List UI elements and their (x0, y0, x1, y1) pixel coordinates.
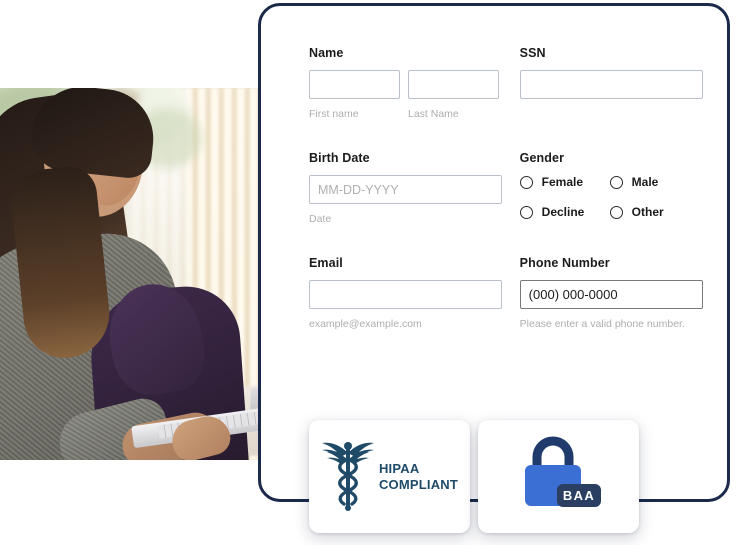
email-label: Email (309, 256, 343, 271)
form-body: Name First name Last Name SSN Birth Date… (309, 46, 703, 332)
radio-circle-icon[interactable] (519, 175, 533, 189)
hero-photo-card (0, 88, 283, 460)
baa-lock-badge: BAA (478, 420, 639, 533)
phone-label: Phone Number (519, 256, 610, 271)
gender-option-label: Male (631, 175, 659, 190)
gender-option-female[interactable]: Female (519, 175, 610, 190)
radio-circle-icon[interactable] (609, 205, 623, 219)
form-row-birthdate-gender: Birth Date Date Gender Female Male (309, 151, 703, 226)
field-group-name: Name First name Last Name (309, 46, 502, 121)
radio-circle-icon[interactable] (609, 175, 623, 189)
gender-option-label: Other (631, 205, 664, 220)
name-hints: First name Last Name (309, 99, 502, 121)
gender-label: Gender (519, 151, 565, 166)
field-group-phone: Phone Number Please enter a valid phone … (519, 256, 703, 331)
baa-badge-content: BAA (513, 436, 605, 517)
email-input[interactable] (309, 280, 502, 310)
hipaa-badge-line1: HIPAA (378, 461, 420, 477)
field-group-gender: Gender Female Male Decline Other (519, 151, 703, 226)
field-group-ssn: SSN (519, 46, 703, 121)
last-name-input[interactable] (408, 70, 499, 99)
birth-date-hint: Date (309, 213, 332, 226)
gender-option-decline[interactable]: Decline (519, 205, 610, 220)
baa-tag-text: BAA (562, 488, 594, 503)
page-root: Name First name Last Name SSN Birth Date… (0, 0, 739, 545)
form-row-name-ssn: Name First name Last Name SSN (309, 46, 703, 121)
hipaa-badge-text: HIPAA COMPLIANT (379, 461, 458, 491)
ssn-label: SSN (519, 46, 546, 60)
radio-circle-icon[interactable] (519, 205, 533, 219)
gender-option-label: Decline (541, 205, 585, 220)
first-name-hint: First name (309, 108, 359, 120)
field-group-email: Email example@example.com (309, 256, 502, 331)
phone-input[interactable] (519, 280, 703, 310)
form-row-email-phone: Email example@example.com Phone Number P… (309, 256, 703, 331)
gender-option-label: Female (541, 175, 584, 190)
last-name-hint: Last Name (408, 108, 459, 120)
lock-icon: BAA (513, 436, 605, 517)
email-hint: example@example.com (309, 318, 422, 331)
phone-hint: Please enter a valid phone number. (519, 318, 685, 331)
first-name-input[interactable] (309, 70, 400, 99)
gender-option-male[interactable]: Male (609, 175, 700, 190)
field-group-birth-date: Birth Date Date (309, 151, 502, 226)
birth-date-label: Birth Date (309, 151, 370, 166)
birth-date-input[interactable] (309, 175, 502, 205)
hipaa-badge-content: HIPAA COMPLIANT (321, 437, 458, 516)
hero-photo-image (0, 88, 283, 460)
name-input-pair (309, 70, 502, 99)
name-label: Name (309, 46, 344, 60)
gender-radio-group: Female Male Decline Other (519, 175, 703, 220)
gender-option-other[interactable]: Other (609, 205, 700, 220)
hipaa-badge-line2: COMPLIANT (378, 476, 459, 492)
caduceus-icon (321, 437, 375, 516)
ssn-input[interactable] (519, 70, 703, 99)
hipaa-compliant-badge: HIPAA COMPLIANT (309, 420, 470, 533)
